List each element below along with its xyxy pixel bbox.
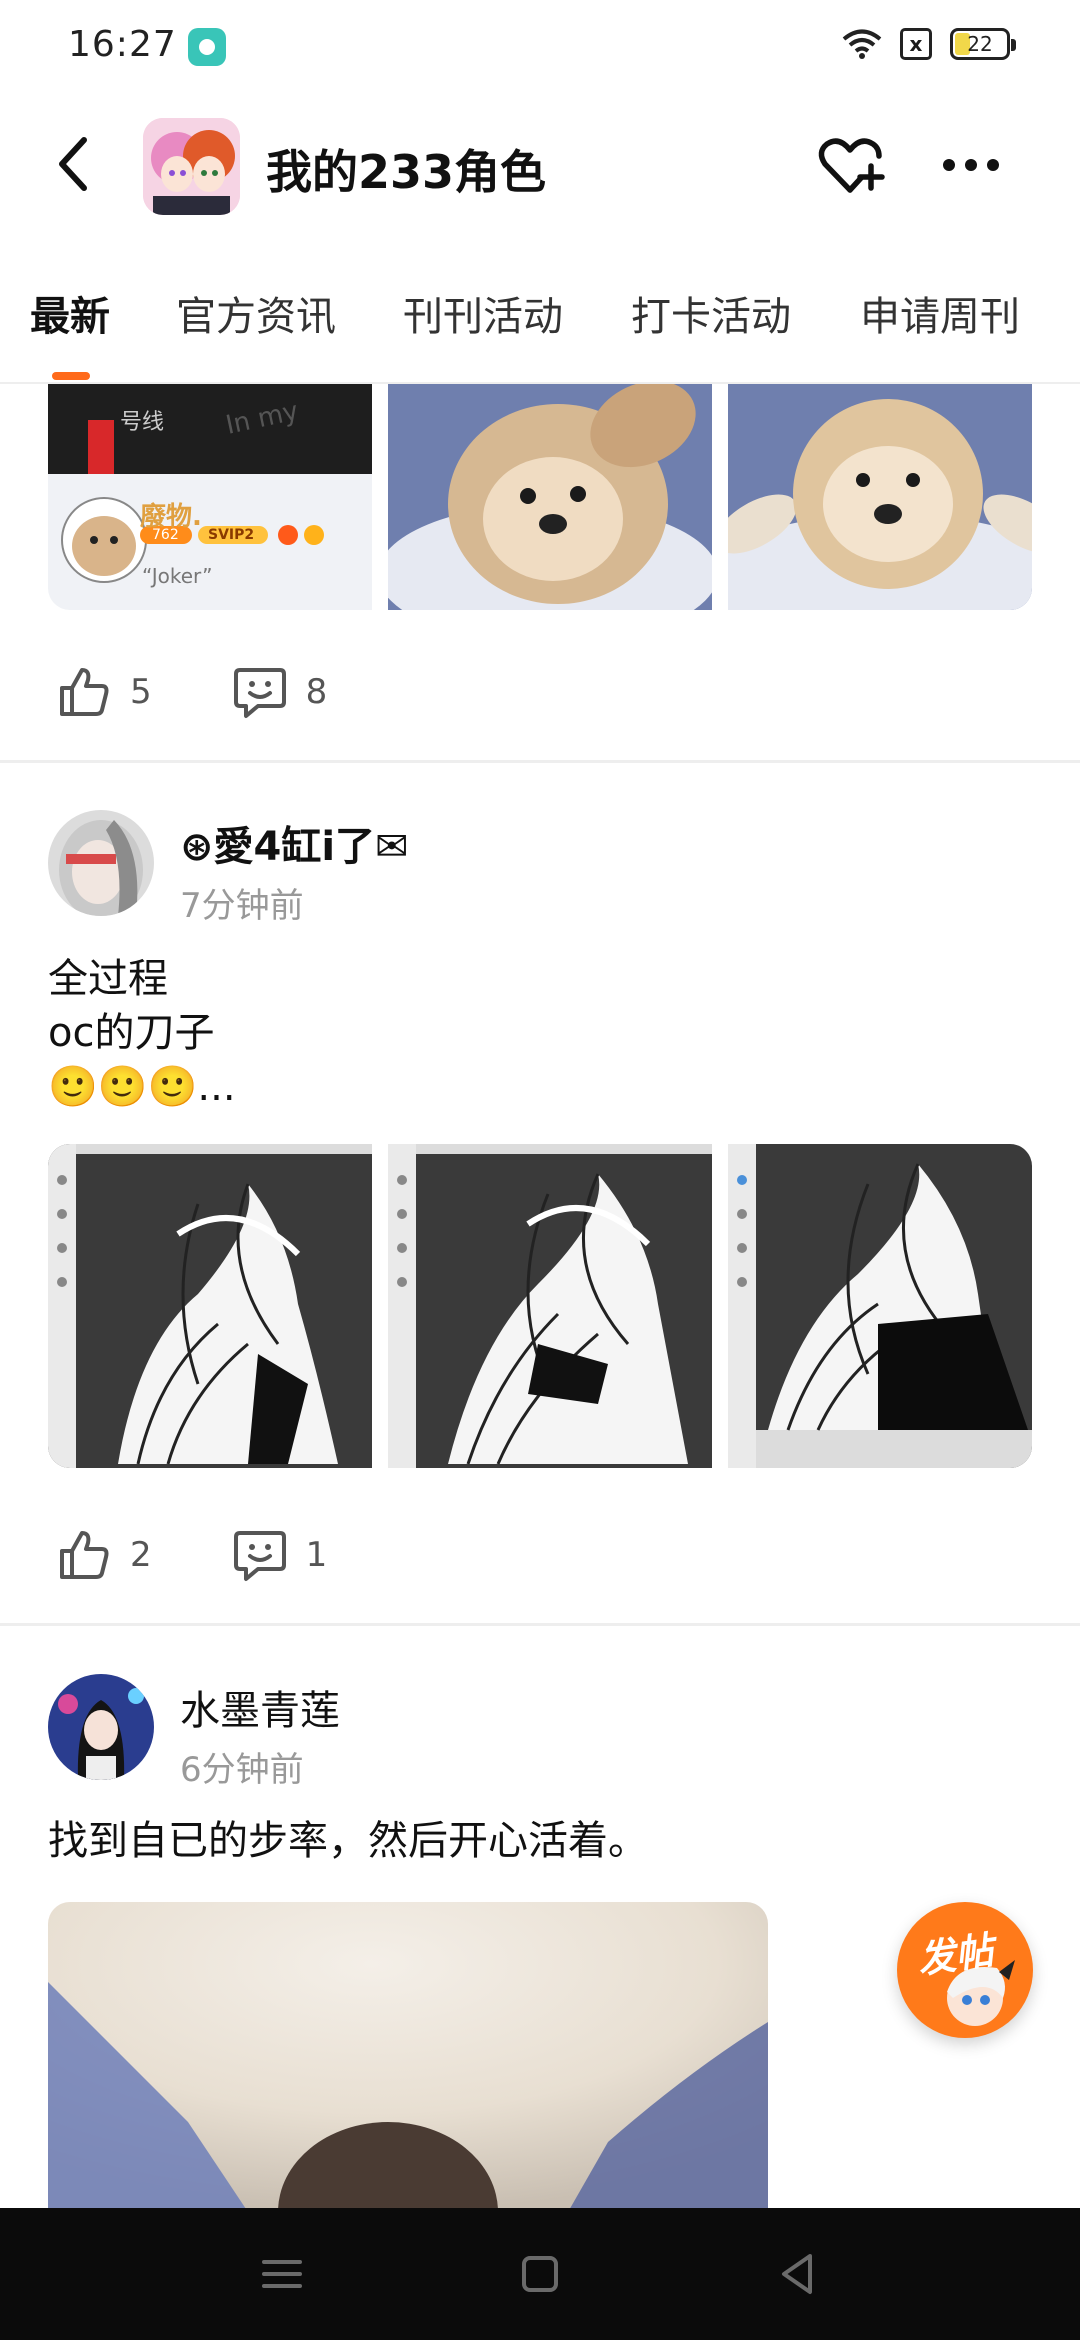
post-divider <box>0 1623 1080 1626</box>
post-image-grid <box>48 1144 1032 1468</box>
comment-count: 8 <box>305 672 328 712</box>
back-triangle-icon[interactable] <box>768 2244 828 2304</box>
battery-icon: 22 <box>950 28 1016 60</box>
group-avatar[interactable] <box>143 118 240 215</box>
post-username[interactable]: 水墨青莲 <box>180 1678 340 1736</box>
menu-icon[interactable] <box>252 2244 312 2304</box>
tab-apply-weekly[interactable]: 申请周刊 <box>860 284 1020 342</box>
card-level-badge: 762 <box>152 527 179 543</box>
post-image-puppy-2[interactable] <box>728 384 1032 610</box>
like-count: 2 <box>130 1535 152 1575</box>
tab-official-news[interactable]: 官方资讯 <box>176 284 336 342</box>
post-image-photo[interactable] <box>48 1902 768 2208</box>
notification-app-icon <box>188 28 226 66</box>
fab-label: 发帖 <box>914 1927 997 1983</box>
post-text[interactable]: 全过程 oc的刀子 🙂🙂🙂... <box>48 952 236 1114</box>
card-caption: “Joker” <box>142 564 213 588</box>
home-icon[interactable] <box>510 2244 570 2304</box>
like-button[interactable]: 2 <box>56 1527 152 1583</box>
status-bar: 16:27 x 22 <box>0 0 1080 96</box>
card-sign-text: 号线 <box>120 410 165 435</box>
like-count: 5 <box>130 672 152 712</box>
post-image-grid: In my 号线 廢物. 762 SVIP2 “Joker” <box>48 384 1032 610</box>
battery-level: 22 <box>967 32 993 56</box>
comment-button[interactable]: 1 <box>232 1527 328 1583</box>
create-post-fab[interactable]: 发帖 <box>897 1902 1033 2038</box>
card-vip-badge: SVIP2 <box>208 527 255 543</box>
category-tabs: 最新 官方资讯 刊刊活动 打卡活动 申请周刊 <box>0 242 1080 384</box>
comment-button[interactable]: 8 <box>232 664 328 720</box>
user-avatar[interactable] <box>48 1674 154 1780</box>
wifi-icon <box>842 29 882 59</box>
like-icon <box>60 1531 109 1579</box>
comment-count: 1 <box>305 1535 328 1575</box>
follow-heart-icon[interactable] <box>815 130 885 200</box>
status-icons: x 22 <box>842 28 1016 60</box>
more-dots-icon[interactable] <box>936 130 1006 200</box>
post-actions: 2 1 <box>56 1525 407 1585</box>
post-time: 7分钟前 <box>180 886 304 926</box>
tab-latest[interactable]: 最新 <box>30 284 110 342</box>
tab-checkin-events[interactable]: 打卡活动 <box>631 284 791 342</box>
header-bar: 我的233角色 <box>0 96 1080 242</box>
post-image-card[interactable]: In my 号线 廢物. 762 SVIP2 “Joker” <box>48 384 372 610</box>
sim-icon: x <box>900 28 932 60</box>
page-title: 我的233角色 <box>266 145 547 199</box>
status-time: 16:27 <box>68 24 177 65</box>
post-image-puppy-1[interactable] <box>388 384 712 610</box>
post-divider <box>0 760 1080 763</box>
back-arrow-icon[interactable] <box>40 128 112 200</box>
system-nav-bar <box>0 2208 1080 2340</box>
post-username[interactable]: ⊛愛4缸i了✉ <box>180 814 409 872</box>
post-actions: 5 8 <box>56 662 407 722</box>
like-icon <box>60 668 109 716</box>
active-tab-indicator <box>52 372 90 380</box>
card-sign: 号线 <box>48 384 372 474</box>
post-image-lineart-2[interactable] <box>388 1144 712 1468</box>
tab-magazine-events[interactable]: 刊刊活动 <box>403 284 563 342</box>
comment-icon <box>233 668 286 718</box>
comment-icon <box>233 1531 286 1581</box>
post-image-lineart-3[interactable] <box>728 1144 1032 1468</box>
post-text[interactable]: 找到自已的步率，然后开心活着。 <box>48 1814 648 1868</box>
user-avatar[interactable] <box>48 810 154 916</box>
post-image-lineart-1[interactable] <box>48 1144 372 1468</box>
post-time: 6分钟前 <box>180 1750 304 1790</box>
like-button[interactable]: 5 <box>56 664 152 720</box>
